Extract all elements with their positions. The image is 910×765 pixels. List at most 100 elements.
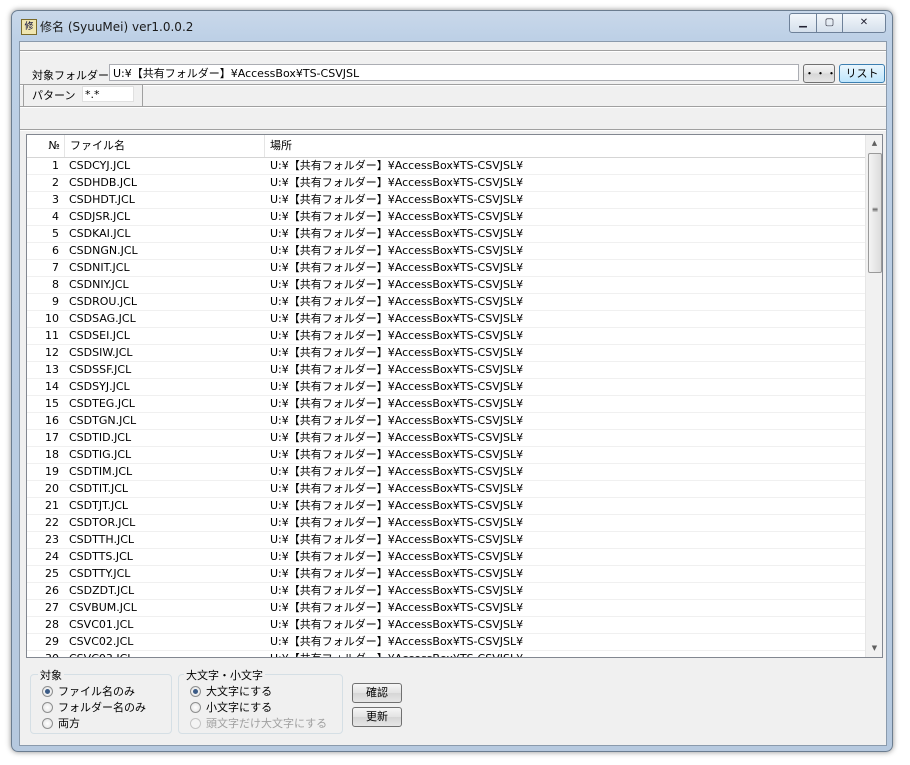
row-number: 13 — [45, 363, 59, 376]
column-header-filename[interactable]: ファイル名 — [65, 135, 265, 157]
list-button[interactable]: リスト — [839, 64, 885, 83]
browse-button[interactable]: ・・・ — [803, 64, 837, 83]
row-location: U:¥【共有フォルダー】¥AccessBox¥TS-CSVJSL¥ — [270, 499, 524, 512]
pattern-input[interactable]: *.* — [82, 86, 134, 102]
row-location: U:¥【共有フォルダー】¥AccessBox¥TS-CSVJSL¥ — [270, 584, 524, 597]
radio-button-icon[interactable] — [190, 702, 201, 713]
table-row[interactable]: 21 CSDTJT.JCL U:¥【共有フォルダー】¥AccessBox¥TS-CS… — [27, 498, 865, 515]
client-area: 対象フォルダー U:¥【共有フォルダー】¥AccessBox¥TS-CSVJSL… — [19, 41, 887, 746]
radio-button-icon[interactable] — [42, 718, 53, 729]
row-filename: CSDTIM.JCL — [69, 465, 133, 478]
row-filename: CSDKAI.JCL — [69, 227, 131, 240]
maximize-button[interactable]: ▢ — [816, 13, 843, 33]
table-row[interactable]: 28 CSVC01.JCL U:¥【共有フォルダー】¥AccessBox¥TS-CS… — [27, 617, 865, 634]
table-row[interactable]: 6 CSDNGN.JCL U:¥【共有フォルダー】¥AccessBox¥TS-CSV… — [27, 243, 865, 260]
file-list[interactable]: № ファイル名 場所 1 CSDCYJ.JCL U:¥【共有フォルダー】¥Acces… — [26, 134, 883, 658]
radio-label: フォルダー名のみ — [58, 701, 146, 714]
row-filename: CSDSIW.JCL — [69, 346, 133, 359]
row-filename: CSDTEG.JCL — [69, 397, 135, 410]
row-filename: CSVC03.JCL — [69, 651, 265, 657]
row-location: U:¥【共有フォルダー】¥AccessBox¥TS-CSVJSL¥ — [270, 533, 524, 546]
vertical-scrollbar[interactable]: ▲ ≡ ▼ — [865, 135, 882, 657]
target-groupbox: 対象 ファイル名のみ フォルダー名のみ 両方 — [30, 667, 172, 734]
radio-button-icon[interactable] — [42, 702, 53, 713]
row-filename: CSDTJT.JCL — [69, 499, 129, 512]
app-icon: 修 — [21, 19, 37, 35]
table-row[interactable]: 20 CSDTIT.JCL U:¥【共有フォルダー】¥AccessBox¥TS-CS… — [27, 481, 865, 498]
row-number: 7 — [52, 261, 59, 274]
table-row[interactable]: 13 CSDSSF.JCL U:¥【共有フォルダー】¥AccessBox¥TS-CS… — [27, 362, 865, 379]
row-filename: CSDSEI.JCL — [69, 329, 130, 342]
row-number: 1 — [52, 159, 59, 172]
table-row[interactable]: 29 CSVC02.JCL U:¥【共有フォルダー】¥AccessBox¥TS-CS… — [27, 634, 865, 651]
minimize-button[interactable]: ▁ — [789, 13, 817, 33]
table-row[interactable]: 23 CSDTTH.JCL U:¥【共有フォルダー】¥AccessBox¥TS-CS… — [27, 532, 865, 549]
row-filename: CSDNIY.JCL — [69, 278, 129, 291]
folder-divider — [20, 84, 886, 86]
row-filename: CSDROU.JCL — [69, 295, 138, 308]
table-row[interactable]: 25 CSDTTY.JCL U:¥【共有フォルダー】¥AccessBox¥TS-CS… — [27, 566, 865, 583]
column-header-location[interactable]: 場所 — [265, 135, 865, 157]
column-header-no[interactable]: № — [27, 135, 65, 157]
confirm-button[interactable]: 確認 — [352, 683, 402, 703]
row-location: U:¥【共有フォルダー】¥AccessBox¥TS-CSVJSL¥ — [270, 431, 524, 444]
row-number: 21 — [45, 499, 59, 512]
title-bar[interactable]: 修 修名 (SyuuMei) ver1.0.0.2 ▁ ▢ ✕ — [12, 11, 892, 41]
table-row[interactable]: 3 CSDHDT.JCL U:¥【共有フォルダー】¥AccessBox¥TS-CSV… — [27, 192, 865, 209]
table-row[interactable]: 14 CSDSYJ.JCL U:¥【共有フォルダー】¥AccessBox¥TS-CS… — [27, 379, 865, 396]
case-group-title: 大文字・小文字 — [184, 667, 265, 683]
table-row[interactable]: 12 CSDSIW.JCL U:¥【共有フォルダー】¥AccessBox¥TS-CS… — [27, 345, 865, 362]
row-location: U:¥【共有フォルダー】¥AccessBox¥TS-CSVJSL¥ — [270, 363, 524, 376]
table-row[interactable]: 7 CSDNIT.JCL U:¥【共有フォルダー】¥AccessBox¥TS-CSV… — [27, 260, 865, 277]
table-row[interactable]: 8 CSDNIY.JCL U:¥【共有フォルダー】¥AccessBox¥TS-CSV… — [27, 277, 865, 294]
table-row[interactable]: 19 CSDTIM.JCL U:¥【共有フォルダー】¥AccessBox¥TS-CS… — [27, 464, 865, 481]
radio-label: 小文字にする — [206, 701, 273, 714]
table-row[interactable]: 11 CSDSEI.JCL U:¥【共有フォルダー】¥AccessBox¥TS-CS… — [27, 328, 865, 345]
table-row[interactable]: 18 CSDTIG.JCL U:¥【共有フォルダー】¥AccessBox¥TS-CS… — [27, 447, 865, 464]
table-row[interactable]: 5 CSDKAI.JCL U:¥【共有フォルダー】¥AccessBox¥TS-CSV… — [27, 226, 865, 243]
radio-button-icon[interactable] — [42, 686, 53, 697]
app-window: 修 修名 (SyuuMei) ver1.0.0.2 ▁ ▢ ✕ 対象フォルダー … — [11, 10, 893, 752]
close-button[interactable]: ✕ — [842, 13, 886, 33]
table-row[interactable]: 2 CSDHDB.JCL U:¥【共有フォルダー】¥AccessBox¥TS-CSV… — [27, 175, 865, 192]
radio-label: 両方 — [58, 717, 80, 730]
target-folder-label: 対象フォルダー — [32, 69, 109, 82]
table-row[interactable]: 24 CSDTTS.JCL U:¥【共有フォルダー】¥AccessBox¥TS-CS… — [27, 549, 865, 566]
table-row[interactable]: 4 CSDJSR.JCL U:¥【共有フォルダー】¥AccessBox¥TS-CSV… — [27, 209, 865, 226]
table-row[interactable]: 26 CSDZDT.JCL U:¥【共有フォルダー】¥AccessBox¥TS-CS… — [27, 583, 865, 600]
table-row[interactable]: 9 CSDROU.JCL U:¥【共有フォルダー】¥AccessBox¥TS-CSV… — [27, 294, 865, 311]
row-number: 26 — [45, 584, 59, 597]
table-row[interactable]: 22 CSDTOR.JCL U:¥【共有フォルダー】¥AccessBox¥TS-CS… — [27, 515, 865, 532]
row-location: U:¥【共有フォルダー】¥AccessBox¥TS-CSVJSL¥ — [270, 210, 524, 223]
refresh-button[interactable]: 更新 — [352, 707, 402, 727]
target-folder-input[interactable]: U:¥【共有フォルダー】¥AccessBox¥TS-CSVJSL — [109, 64, 799, 81]
row-filename: CSVC02.JCL — [69, 635, 134, 648]
row-location: U:¥【共有フォルダー】¥AccessBox¥TS-CSVJSL¥ — [270, 465, 524, 478]
row-number: 11 — [45, 329, 59, 342]
row-location: U:¥【共有フォルダー】¥AccessBox¥TS-CSVJSL¥ — [270, 176, 524, 189]
scroll-up-icon[interactable]: ▲ — [866, 135, 882, 152]
row-number: 5 — [52, 227, 59, 240]
scroll-down-icon[interactable]: ▼ — [866, 640, 882, 657]
row-filename: CSDZDT.JCL — [69, 584, 135, 597]
scroll-thumb[interactable]: ≡ — [868, 153, 882, 273]
table-row[interactable]: 17 CSDTID.JCL U:¥【共有フォルダー】¥AccessBox¥TS-CS… — [27, 430, 865, 447]
row-filename: CSDTTH.JCL — [69, 533, 135, 546]
row-number: 27 — [45, 601, 59, 614]
table-row[interactable]: 10 CSDSAG.JCL U:¥【共有フォルダー】¥AccessBox¥TS-CS… — [27, 311, 865, 328]
row-filename: CSDTID.JCL — [69, 431, 132, 444]
row-number: 23 — [45, 533, 59, 546]
row-filename: CSDTIT.JCL — [69, 482, 129, 495]
table-row[interactable]: 15 CSDTEG.JCL U:¥【共有フォルダー】¥AccessBox¥TS-CS… — [27, 396, 865, 413]
table-row[interactable]: 30 CSVC03.JCL U:¥【共有フォルダー】¥AccessBox¥TS-CS… — [27, 651, 865, 657]
table-row[interactable]: 1 CSDCYJ.JCL U:¥【共有フォルダー】¥AccessBox¥TS-CSV… — [27, 158, 865, 175]
row-location: U:¥【共有フォルダー】¥AccessBox¥TS-CSVJSL¥ — [270, 193, 524, 206]
row-number: 30 — [27, 651, 63, 657]
table-row[interactable]: 16 CSDTGN.JCL U:¥【共有フォルダー】¥AccessBox¥TS-CS… — [27, 413, 865, 430]
table-row[interactable]: 27 CSVBUM.JCL U:¥【共有フォルダー】¥AccessBox¥TS-CS… — [27, 600, 865, 617]
radio-button-icon[interactable] — [190, 686, 201, 697]
row-location: U:¥【共有フォルダー】¥AccessBox¥TS-CSVJSL¥ — [270, 278, 524, 291]
list-header: № ファイル名 場所 — [27, 135, 865, 158]
row-number: 22 — [45, 516, 59, 529]
row-number: 12 — [45, 346, 59, 359]
